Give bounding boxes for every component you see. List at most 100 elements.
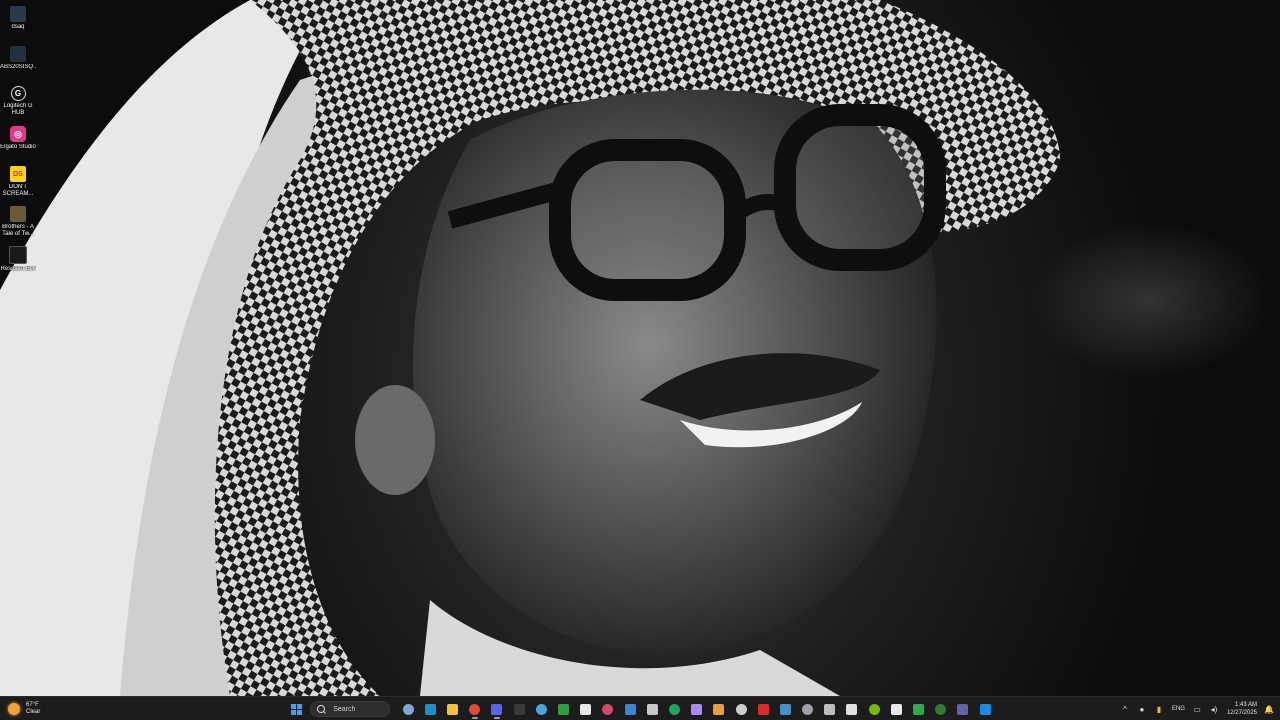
taskbar-app-media[interactable]	[578, 700, 594, 718]
nvidia-icon	[868, 703, 880, 715]
taskbar-app-back[interactable]	[844, 700, 860, 718]
taskbar: 67°F Clear Search ^ ● ▮ ENG ▭ ◂) 1:43 AM…	[0, 696, 1280, 720]
notification-bell-icon[interactable]: 🔔	[1264, 704, 1274, 714]
desktop-icon-dsaq[interactable]: dsaq	[0, 2, 36, 42]
system-tray: ^ ● ▮ ENG ▭ ◂) 1:43 AM 12/27/2025 🔔	[1113, 699, 1274, 719]
app-icon	[602, 703, 614, 715]
back-icon	[846, 703, 858, 715]
taskbar-app-file-explorer[interactable]	[445, 700, 461, 718]
taskbar-app-sheets[interactable]	[933, 700, 949, 718]
app-shortcut-icon	[10, 46, 26, 62]
display-icon[interactable]: ▭	[1192, 704, 1202, 714]
desktop-icon-column: dsaq ABS20SISQ... G Logitech G HUB ◎ Elg…	[0, 2, 36, 282]
desktop-icon-abs20sisq[interactable]: ABS20SISQ...	[0, 42, 36, 82]
steam-icon	[779, 703, 791, 715]
language-indicator[interactable]: ENG	[1172, 706, 1185, 712]
start-button[interactable]	[288, 700, 304, 718]
terminal-icon	[735, 703, 747, 715]
game-icon	[9, 246, 27, 264]
taskbar-app-landscape-widget[interactable]	[400, 700, 416, 718]
xbox-app-icon	[913, 703, 924, 715]
desktop-icon-resident-evil[interactable]: Resident Evil	[0, 242, 36, 282]
taskbar-app-chrome-2[interactable]	[711, 700, 727, 718]
desktop-icon-brothers[interactable]: Brothers - A Tale of Tw...	[0, 202, 36, 242]
desktop-icon-logitech-g-hub[interactable]: G Logitech G HUB	[0, 82, 36, 122]
taskbar-center: Search	[288, 699, 999, 719]
taskbar-app-phone[interactable]	[644, 700, 660, 718]
taskbar-search[interactable]: Search	[310, 701, 391, 717]
phone-icon	[646, 703, 658, 715]
desktop-icon-label: DON'T SCREAM...	[2, 184, 34, 197]
chrome-2-icon	[713, 703, 725, 715]
outlook-icon	[979, 703, 991, 715]
sheets-icon	[935, 703, 947, 715]
weather-widget[interactable]: 67°F Clear	[8, 700, 40, 718]
desktop-icon-label: ABS20SISQ...	[0, 64, 36, 70]
pinned-apps	[400, 700, 999, 719]
weather-condition: Clear	[26, 709, 41, 715]
obs-icon	[802, 703, 814, 715]
search-label: Search	[333, 705, 356, 713]
taskbar-app-chrome-alt[interactable]	[556, 700, 572, 718]
taskbar-app-chrome[interactable]	[467, 700, 483, 719]
chrome-alt-icon	[558, 703, 569, 715]
taskbar-app-discord[interactable]	[489, 700, 505, 719]
taskbar-app-edge[interactable]	[422, 700, 438, 718]
clock-time: 1:43 AM	[1234, 702, 1257, 708]
desktop-icon-label: Logitech G HUB	[3, 103, 33, 116]
taskbar-app-store[interactable]	[533, 700, 549, 718]
taskbar-app-keyboard[interactable]	[822, 700, 838, 718]
volume-icon[interactable]: ◂)	[1209, 704, 1219, 714]
discord-icon	[491, 703, 503, 715]
desktop-icon-label: dsaq	[11, 24, 25, 30]
mail-icon	[624, 703, 636, 715]
logitech-g-icon: G	[10, 86, 26, 101]
desktop-icon-elgato-studio[interactable]: ◎ Elgato Studio	[0, 122, 36, 162]
taskbar-app-xbox[interactable]	[511, 700, 527, 718]
taskbar-app-obs[interactable]	[800, 700, 816, 718]
taskbar-app-nvidia[interactable]	[866, 700, 882, 718]
sun-icon	[8, 703, 20, 715]
taskbar-app-app[interactable]	[600, 700, 616, 718]
desktop-icon-label: Elgato Studio	[0, 144, 36, 150]
microphone-icon[interactable]: ▮	[1154, 704, 1164, 714]
landscape-widget-icon	[402, 703, 414, 715]
desktop-icon-dont-scream[interactable]: DS DON'T SCREAM...	[0, 162, 36, 202]
chevron-up-icon[interactable]: ^	[1120, 704, 1130, 714]
desktop-icon-label: Brothers - A Tale of Tw...	[2, 224, 34, 237]
elgato-icon: ◎	[10, 126, 26, 142]
store-icon	[535, 703, 547, 715]
edge-icon	[424, 703, 436, 715]
teams-icon	[957, 703, 969, 715]
desktop-icon-label: Resident Evil	[0, 266, 36, 272]
excel-icon	[668, 703, 680, 715]
search-icon	[317, 705, 326, 713]
file-explorer-icon	[447, 703, 459, 715]
media-icon	[580, 703, 592, 715]
windows-icon	[290, 703, 302, 715]
clock-date: 12/27/2025	[1226, 710, 1257, 716]
clock[interactable]: 1:43 AM 12/27/2025	[1227, 701, 1257, 717]
app-shortcut-icon	[10, 6, 26, 22]
record-icon	[757, 703, 769, 715]
taskbar-app-outlook[interactable]	[977, 700, 993, 718]
weather-text: 67°F Clear	[26, 702, 40, 716]
notepad-icon	[890, 703, 902, 715]
game-icon	[10, 206, 26, 222]
game-icon: DS	[10, 166, 26, 182]
taskbar-app-teams[interactable]	[955, 700, 971, 718]
xbox-icon	[513, 703, 525, 715]
taskbar-app-excel[interactable]	[666, 700, 682, 718]
taskbar-app-game-bar[interactable]	[689, 700, 705, 718]
taskbar-app-terminal[interactable]	[733, 700, 749, 718]
chrome-icon	[469, 703, 481, 715]
wallpaper-photo	[0, 0, 1060, 696]
keyboard-icon	[824, 703, 836, 715]
taskbar-app-mail[interactable]	[622, 700, 638, 718]
taskbar-app-xbox-app[interactable]	[911, 700, 927, 718]
network-icon[interactable]: ●	[1137, 704, 1147, 714]
taskbar-app-record[interactable]	[755, 700, 771, 718]
taskbar-app-notepad[interactable]	[888, 700, 904, 718]
taskbar-app-steam[interactable]	[777, 700, 793, 718]
weather-temp: 67°F	[26, 702, 39, 708]
